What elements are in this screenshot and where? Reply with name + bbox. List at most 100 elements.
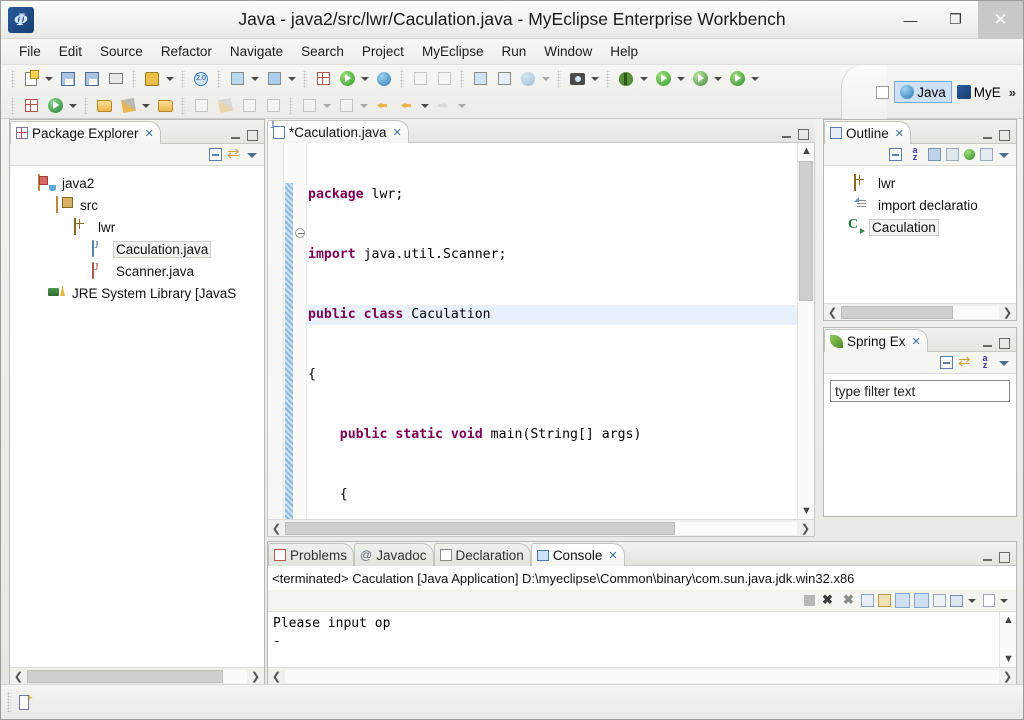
scroll-left-icon[interactable]: ❮: [10, 669, 27, 684]
display-selected-console-icon[interactable]: [950, 594, 963, 607]
debug-icon[interactable]: [615, 68, 637, 90]
menu-source[interactable]: Source: [92, 41, 151, 62]
scroll-up-icon[interactable]: ▲: [798, 143, 814, 159]
minimize-button[interactable]: —: [888, 1, 933, 39]
db-explorer-icon[interactable]: [409, 68, 431, 90]
editor-code[interactable]: package lwr; import java.util.Scanner; p…: [308, 145, 797, 519]
uml-dropdown-icon[interactable]: [540, 68, 551, 90]
tab-problems[interactable]: Problems: [268, 543, 355, 566]
tab-spring-explorer[interactable]: Spring Ex ✕: [824, 329, 928, 352]
menu-window[interactable]: Window: [536, 41, 600, 62]
new-wizard-icon[interactable]: [20, 68, 42, 90]
report-new-icon[interactable]: [493, 68, 515, 90]
maximize-icon[interactable]: [999, 552, 1010, 563]
fold-collapse-icon[interactable]: [295, 228, 305, 238]
scroll-track[interactable]: [27, 669, 247, 683]
snapshot-icon[interactable]: [566, 68, 588, 90]
new-jsp-dropdown-icon[interactable]: [286, 68, 297, 90]
hide-fields-icon[interactable]: [928, 148, 941, 161]
external-tools-dropdown-icon[interactable]: [712, 68, 723, 90]
maximize-icon[interactable]: [999, 338, 1010, 349]
view-menu-icon[interactable]: [998, 149, 1010, 161]
maximize-icon[interactable]: [247, 130, 258, 141]
tree-item-lwr[interactable]: lwr: [16, 216, 264, 238]
editor-marker-ruler[interactable]: [268, 143, 284, 519]
run-server-icon[interactable]: [336, 68, 358, 90]
minimize-icon[interactable]: [982, 130, 993, 141]
tab-declaration[interactable]: Declaration: [433, 543, 531, 566]
collapse-all-icon[interactable]: [209, 148, 222, 161]
view-menu-icon[interactable]: [246, 149, 258, 161]
scroll-track[interactable]: [841, 305, 999, 319]
next-annotation-icon[interactable]: [298, 95, 320, 117]
filter-input-wrapper[interactable]: type filter text: [830, 380, 1010, 402]
menu-navigate[interactable]: Navigate: [222, 41, 291, 62]
minimize-icon[interactable]: [982, 338, 993, 349]
toolbar-grip[interactable]: [217, 69, 221, 88]
maximize-icon[interactable]: [798, 129, 809, 140]
external-tools-icon[interactable]: [689, 68, 711, 90]
close-icon[interactable]: ✕: [393, 126, 402, 139]
toolbar-grip[interactable]: [11, 96, 15, 115]
toolbar-grip[interactable]: [11, 69, 15, 88]
hide-local-icon[interactable]: [980, 148, 993, 161]
toolbar-grip[interactable]: [557, 69, 561, 88]
maximize-icon[interactable]: [999, 130, 1010, 141]
editor-hscrollbar[interactable]: ❮ ❯: [268, 519, 814, 536]
minimize-icon[interactable]: [781, 129, 792, 140]
previous-annotation-icon[interactable]: [335, 95, 357, 117]
tab-caculation-java[interactable]: *Caculation.java ✕: [267, 120, 409, 143]
scroll-thumb[interactable]: [841, 305, 953, 319]
menu-file[interactable]: File: [11, 41, 49, 62]
toolbar-grip[interactable]: [289, 96, 293, 115]
snapshot-dropdown-icon[interactable]: [589, 68, 600, 90]
console-hscrollbar[interactable]: ❮ ❯: [268, 667, 1016, 684]
minimize-icon[interactable]: [230, 130, 241, 141]
close-icon[interactable]: ✕: [608, 549, 617, 562]
editor-folding-ruler[interactable]: [293, 143, 307, 519]
profile-icon[interactable]: [190, 95, 212, 117]
outline-item-caculation[interactable]: Caculation: [830, 216, 1016, 238]
browser-icon[interactable]: [373, 68, 395, 90]
hide-static-icon[interactable]: [946, 148, 959, 161]
run-last-icon[interactable]: [726, 68, 748, 90]
outline-item-lwr[interactable]: lwr: [830, 172, 1016, 194]
deploy-icon[interactable]: [312, 68, 334, 90]
maximize-button[interactable]: ❐: [933, 1, 978, 39]
tree-item-scanner-java[interactable]: Scanner.java: [16, 260, 264, 282]
new-package-icon[interactable]: [20, 95, 42, 117]
quick-fix-dropdown-icon[interactable]: [164, 68, 175, 90]
tab-javadoc[interactable]: @ Javadoc: [354, 543, 434, 566]
toolbar-grip[interactable]: [606, 69, 610, 88]
open-resource-icon[interactable]: [154, 95, 176, 117]
last-edit-location-icon[interactable]: [372, 95, 394, 117]
tab-outline[interactable]: Outline ✕: [824, 121, 911, 144]
close-icon[interactable]: ✕: [895, 127, 904, 140]
run-server-dropdown-icon[interactable]: [359, 68, 370, 90]
close-button[interactable]: ✕: [978, 1, 1023, 39]
toolbar-grip[interactable]: [181, 69, 185, 88]
toolbar-grip[interactable]: [303, 69, 307, 88]
close-icon[interactable]: ✕: [912, 335, 921, 348]
remove-all-launches-icon[interactable]: ✖: [840, 592, 857, 609]
run-last-dropdown-icon[interactable]: [749, 68, 760, 90]
scroll-right-icon[interactable]: ❯: [247, 669, 264, 684]
clear-console-icon[interactable]: [861, 594, 874, 607]
perspective-java[interactable]: Java: [894, 81, 952, 103]
collapse-all-icon[interactable]: [889, 148, 902, 161]
tree-item-src[interactable]: src: [16, 194, 264, 216]
validate-icon[interactable]: [214, 95, 236, 117]
editor-body[interactable]: package lwr; import java.util.Scanner; p…: [267, 143, 815, 537]
toolbar-grip[interactable]: [460, 69, 464, 88]
outline-item-import-declarations[interactable]: import declaratio: [830, 194, 1016, 216]
scroll-left-icon[interactable]: ❮: [824, 305, 841, 320]
scroll-track[interactable]: [285, 669, 999, 683]
link-with-editor-icon[interactable]: [227, 144, 241, 162]
menu-edit[interactable]: Edit: [51, 41, 90, 62]
new-class-dropdown-icon[interactable]: [67, 95, 78, 117]
scroll-track[interactable]: [285, 521, 797, 535]
perspective-myeclipse[interactable]: MyE: [952, 81, 1006, 103]
forward-icon[interactable]: [433, 95, 455, 117]
scroll-down-icon[interactable]: ▼: [1000, 651, 1017, 667]
new-jsp-icon[interactable]: [263, 68, 285, 90]
